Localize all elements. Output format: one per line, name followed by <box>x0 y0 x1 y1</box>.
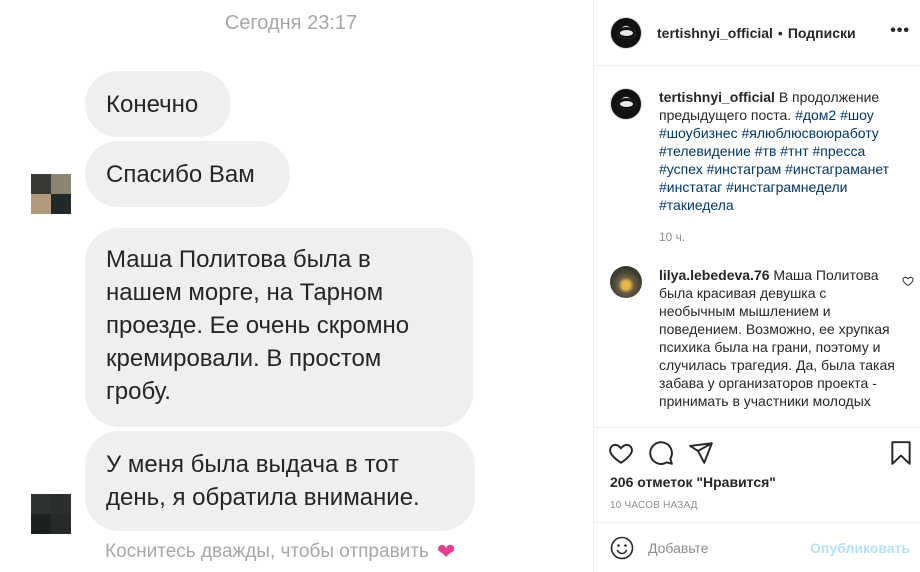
comment-username[interactable]: lilya.lebedeva.76 <box>659 267 770 283</box>
chat-timestamp: Сегодня 23:17 <box>224 12 358 34</box>
publish-button[interactable]: Опубликовать <box>810 540 910 556</box>
heart-outline-icon[interactable] <box>902 275 914 290</box>
chat-message: Спасибо Вам <box>85 141 290 207</box>
comments-list[interactable]: tertishnyi_official В продолжение предыд… <box>594 67 920 427</box>
emoji-icon[interactable] <box>610 536 634 560</box>
action-icons <box>594 428 920 476</box>
author-username[interactable]: tertishnyi_official <box>657 25 773 41</box>
chat-message: У меня была выдача в тот день, я обратил… <box>85 431 475 531</box>
post-actions: 206 отметок "Нравится" 10 ЧАСОВ НАЗАД Оп… <box>594 427 920 572</box>
caption: tertishnyi_official В продолжение предыд… <box>594 67 920 246</box>
heart-icon[interactable]: ❤ <box>437 541 455 563</box>
caption-time: 10 ч. <box>659 230 686 244</box>
comment-text: Маша Политова была красивая девушка с не… <box>659 267 895 409</box>
following-button[interactable]: Подписки <box>788 25 856 41</box>
share-paper-plane-icon[interactable] <box>688 440 714 466</box>
send-hint-text: Коснитесь дважды, чтобы отправить <box>105 541 429 562</box>
chat-screenshot: Сегодня 23:17 Конечно Спасибо Вам Маша П… <box>0 0 593 572</box>
comment-item: lilya.lebedeva.76 Маша Политова была кра… <box>594 266 920 410</box>
post-header: tertishnyi_official • Подписки ••• <box>594 0 920 66</box>
comment-bubble-icon[interactable] <box>648 440 674 466</box>
post-time: 10 ЧАСОВ НАЗАД <box>610 500 698 511</box>
like-heart-icon[interactable] <box>608 440 634 466</box>
add-comment-bar: Опубликовать <box>594 522 920 572</box>
sender-avatar-pixelated <box>31 174 71 214</box>
header-separator: • <box>777 24 783 41</box>
chat-message: Конечно <box>85 71 231 137</box>
avatar[interactable] <box>610 266 642 298</box>
avatar[interactable] <box>610 88 642 120</box>
likes-count[interactable]: 206 отметок "Нравится" <box>610 474 776 490</box>
bookmark-icon[interactable] <box>888 440 914 466</box>
ellipsis-icon[interactable]: ••• <box>890 22 910 40</box>
instagram-post-panel: tertishnyi_official • Подписки ••• terti… <box>593 0 920 572</box>
sender-avatar-pixelated <box>31 494 71 534</box>
send-hint: Коснитесь дважды, чтобы отправить ❤ <box>105 541 455 563</box>
avatar[interactable] <box>610 16 642 49</box>
caption-username[interactable]: tertishnyi_official <box>659 89 775 105</box>
chat-message: Маша Политова была в нашем морге, на Тар… <box>85 228 473 427</box>
